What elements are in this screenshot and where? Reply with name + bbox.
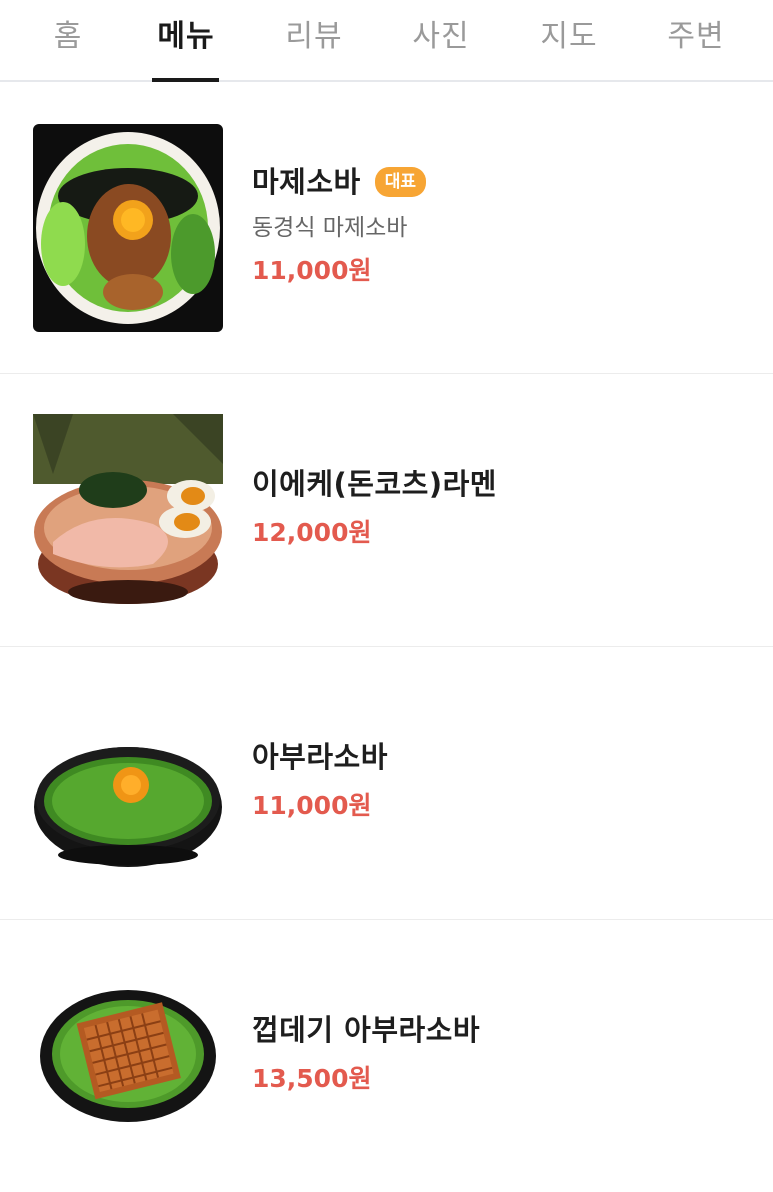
tab-home[interactable]: 홈 <box>13 0 123 82</box>
tab-label: 홈 <box>53 19 83 54</box>
tab-label: 지도 <box>540 19 598 54</box>
menu-item-pork-skin-aburasoba[interactable]: 껍데기 아부라소바 13,500원 <box>0 920 773 1192</box>
tab-bar: 홈 메뉴 리뷰 사진 지도 주변 <box>0 0 773 82</box>
menu-item-name: 아부라소바 <box>252 740 388 774</box>
menu-item-name: 껍데기 아부라소바 <box>252 1013 481 1047</box>
menu-item-info: 아부라소바 11,000원 <box>252 737 388 821</box>
menu-item-price: 13,500원 <box>252 1064 372 1093</box>
tab-label: 메뉴 <box>157 19 215 54</box>
aburasoba-bowl-photo-icon <box>33 687 223 895</box>
menu-item-mazesoba[interactable]: 마제소바 대표 동경식 마제소바 11,000원 <box>0 102 773 374</box>
menu-item-price: 11,000원 <box>252 256 372 285</box>
menu-item-name: 마제소바 <box>252 165 361 199</box>
tab-reviews[interactable]: 리뷰 <box>259 0 369 82</box>
tab-label: 리뷰 <box>285 19 343 54</box>
tab-map[interactable]: 지도 <box>514 0 624 82</box>
mazesoba-bowl-photo-icon <box>33 124 223 332</box>
menu-item-name: 이에케(돈코츠)라멘 <box>252 467 497 501</box>
menu-item-price: 12,000원 <box>252 518 372 547</box>
menu-item-iekei-ramen[interactable]: 이에케(돈코츠)라멘 12,000원 <box>0 374 773 647</box>
signature-badge: 대표 <box>374 167 427 197</box>
pork-skin-aburasoba-bowl-photo-icon <box>33 978 223 1186</box>
menu-item-info: 마제소바 대표 동경식 마제소바 11,000원 <box>252 162 427 286</box>
menu-item-price: 11,000원 <box>252 791 372 820</box>
tab-menu[interactable]: 메뉴 <box>131 0 241 82</box>
tab-nearby[interactable]: 주변 <box>641 0 751 82</box>
menu-item-aburasoba[interactable]: 아부라소바 11,000원 <box>0 647 773 920</box>
menu-item-info: 껍데기 아부라소바 13,500원 <box>252 1010 480 1094</box>
menu-item-info: 이에케(돈코츠)라멘 12,000원 <box>252 464 497 548</box>
menu-item-description: 동경식 마제소바 <box>252 215 408 241</box>
tab-label: 주변 <box>667 19 725 54</box>
tab-photos[interactable]: 사진 <box>386 0 496 82</box>
active-tab-indicator <box>152 78 219 82</box>
ramen-bowl-photo-icon <box>33 414 223 622</box>
tab-label: 사진 <box>412 19 470 54</box>
